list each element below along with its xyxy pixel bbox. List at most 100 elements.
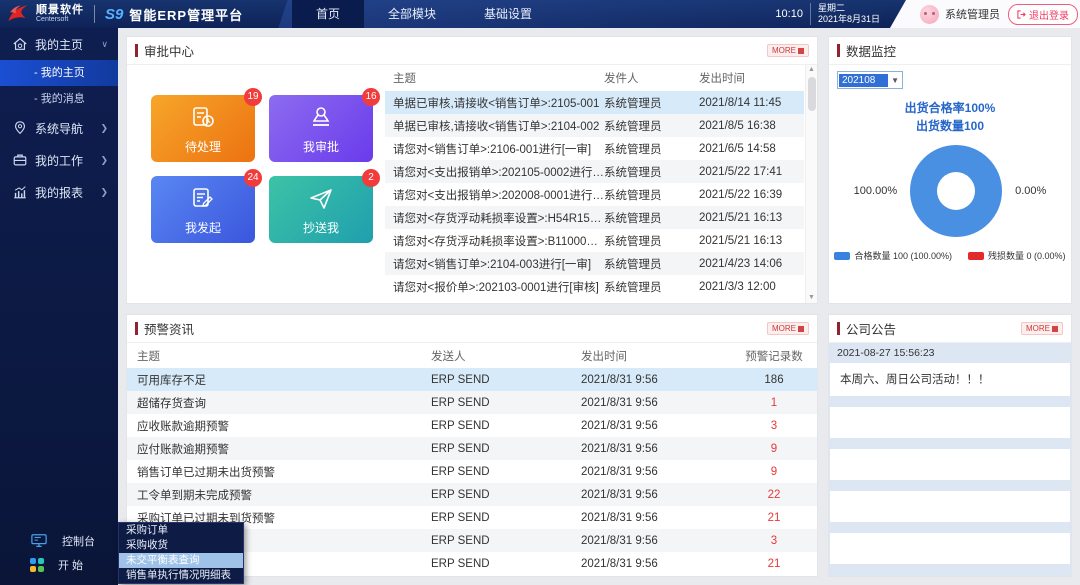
tab-home[interactable]: 首页 <box>292 0 364 28</box>
monitor-titlebar: 数据监控 <box>829 37 1071 65</box>
more-label: MORE <box>772 324 796 333</box>
sidebar-item-my-home[interactable]: 我的主页 ∨ <box>0 28 118 60</box>
cell: ERP SEND <box>431 443 581 455</box>
period-select-value: 202108 <box>839 74 888 87</box>
sidebar-item-my-reports[interactable]: 我的报表 ❯ <box>0 176 118 208</box>
cell: 2021/5/21 16:13 <box>699 212 804 224</box>
approval-row[interactable]: 单据已审核,请接收<销售订单>:2105-001系统管理员2021/8/14 1… <box>385 91 804 114</box>
cell: 2021/4/23 14:06 <box>699 258 804 270</box>
start-menu-item[interactable]: 采购订单 <box>119 523 243 538</box>
announcement-text[interactable]: 本周六、周日公司活动！！！ <box>830 363 1070 396</box>
cell: 21 <box>731 558 817 570</box>
console-button[interactable]: 控制台 <box>0 529 118 553</box>
cell: 2021/8/14 11:45 <box>699 97 804 109</box>
cell: 2021/8/31 9:56 <box>581 466 731 478</box>
approval-more-button[interactable]: MORE <box>767 44 809 57</box>
company-name-block: 顺景软件 Centersoft <box>36 5 84 23</box>
alert-row[interactable]: 应付账款逾期预警ERP SEND2021/8/31 9:569 <box>127 437 817 460</box>
alert-row[interactable]: 可用库存不足ERP SEND2021/8/31 9:56186 <box>127 368 817 391</box>
approval-row[interactable]: 单据已审核,请接收<销售订单>:2104-002系统管理员2021/8/5 16… <box>385 114 804 137</box>
company-name: 顺景软件 <box>36 5 84 16</box>
cell: 9 <box>731 443 817 455</box>
sidebar: 我的主页 ∨ - 我的主页 - 我的消息 系统导航 ❯ 我的工作 ❯ 我的报表 … <box>0 28 118 585</box>
alert-row[interactable]: 工令单到期未完成预警ERP SEND2021/8/31 9:5622 <box>127 483 817 506</box>
sidebar-subitem-my-home[interactable]: - 我的主页 <box>0 60 118 86</box>
clock-date-block: 星期二 2021年8月31日 <box>810 3 880 25</box>
clock-date: 2021年8月31日 <box>818 14 880 25</box>
cell: 销售订单已过期未出货预警 <box>127 464 431 480</box>
cell: 2021/6/5 14:58 <box>699 143 804 155</box>
start-button[interactable]: 开 始 <box>0 553 118 577</box>
compass-pin-icon <box>12 120 28 136</box>
alert-row[interactable]: 销售订单已过期未出货预警ERP SEND2021/8/31 9:569 <box>127 460 817 483</box>
tile-label: 抄送我 <box>303 219 339 236</box>
approval-row[interactable]: 请您对<销售订单>:2104-003进行[一审]系统管理员2021/4/23 1… <box>385 252 804 275</box>
cell: 22 <box>731 489 817 501</box>
alerts-more-button[interactable]: MORE <box>767 322 809 335</box>
start-menu-popup: 采购订单采购收货未交平衡表查询销售单执行情况明细表 <box>118 522 244 584</box>
report-chart-icon <box>12 184 28 200</box>
tile-my-initiated[interactable]: 24 我发起 <box>151 176 255 243</box>
doc-edit-icon <box>189 185 217 213</box>
approval-row[interactable]: 请您对<支出报销单>:202105-0002进行[审核]系统管理员2021/5/… <box>385 160 804 183</box>
tab-all-modules[interactable]: 全部模块 <box>364 0 460 28</box>
alert-row[interactable]: 超储存货查询ERP SEND2021/8/31 9:561 <box>127 391 817 414</box>
col-time: 发出时间 <box>581 348 731 364</box>
chevron-down-icon: ∨ <box>101 39 108 50</box>
sidebar-item-label: 我的报表 <box>35 184 93 201</box>
monitor-title: 数据监控 <box>846 41 1063 60</box>
sidebar-subitem-my-messages[interactable]: - 我的消息 <box>0 86 118 112</box>
announcement-date[interactable]: 2021-08-27 15:56:23 <box>829 343 1071 363</box>
start-menu-item[interactable]: 未交平衡表查询 <box>119 553 243 568</box>
start-menu-item[interactable]: 销售单执行情况明细表 <box>119 568 243 583</box>
tile-pending[interactable]: 19 待处理 <box>151 95 255 162</box>
approval-row[interactable]: 请您对<报价单>:202103-0001进行[审核]系统管理员2021/3/3 … <box>385 275 804 298</box>
scroll-down-icon[interactable]: ▼ <box>808 293 815 303</box>
tile-my-approvals[interactable]: 16 我审批 <box>269 95 373 162</box>
tile-cc-me[interactable]: 2 抄送我 <box>269 176 373 243</box>
approval-body: 19 待处理 16 我审批 <box>127 65 817 303</box>
pass-rate-donut-chart[interactable] <box>910 145 1002 237</box>
cell: 186 <box>731 374 817 386</box>
tab-basic-settings[interactable]: 基础设置 <box>460 0 556 28</box>
sidebar-item-label: 我的工作 <box>35 152 93 169</box>
brand-divider <box>94 5 95 23</box>
sidebar-item-my-work[interactable]: 我的工作 ❯ <box>0 144 118 176</box>
start-label: 开 始 <box>58 557 83 573</box>
cell: 系统管理员 <box>604 279 699 295</box>
period-select[interactable]: 202108 ▼ <box>837 71 903 89</box>
logout-button[interactable]: 退出登录 <box>1008 4 1078 25</box>
approval-scrollbar[interactable]: ▲ ▼ <box>805 65 817 303</box>
start-menu-item[interactable]: 采购收货 <box>119 538 243 553</box>
cell: 请您对<销售订单>:2106-001进行[一审] <box>385 141 604 157</box>
approval-row[interactable]: 请您对<存货浮动耗损率设置>:H54R15006002进行[审核]系统管理员20… <box>385 206 804 229</box>
announcement-empty-list <box>829 396 1071 564</box>
console-label: 控制台 <box>62 533 95 549</box>
cell: ERP SEND <box>431 489 581 501</box>
approval-row[interactable]: 请您对<销售订单>:2106-001进行[一审]系统管理员2021/6/5 14… <box>385 137 804 160</box>
alert-row[interactable]: 应收账款逾期预警ERP SEND2021/8/31 9:563 <box>127 414 817 437</box>
more-label: MORE <box>1026 324 1050 333</box>
cell: ERP SEND <box>431 420 581 432</box>
approval-row[interactable]: 请您对<存货浮动耗损率设置>:B11000001进行[审核]系统管理员2021/… <box>385 229 804 252</box>
cell: 2021/8/31 9:56 <box>581 397 731 409</box>
donut-left-label: 100.00% <box>854 185 897 197</box>
alerts-title: 预警资讯 <box>144 319 767 338</box>
sidebar-item-system-nav[interactable]: 系统导航 ❯ <box>0 112 118 144</box>
approval-row[interactable]: 请您对<支出报销单>:202008-0001进行[审核]系统管理员2021/5/… <box>385 183 804 206</box>
announcements-more-button[interactable]: MORE <box>1021 322 1063 335</box>
company-subname: Centersoft <box>36 16 84 23</box>
tile-badge: 24 <box>244 169 262 187</box>
announcement-empty-row <box>830 491 1070 522</box>
scroll-up-icon[interactable]: ▲ <box>808 65 815 75</box>
scrollbar-thumb[interactable] <box>808 77 816 111</box>
cell: ERP SEND <box>431 512 581 524</box>
user-avatar[interactable] <box>920 5 939 24</box>
cell: 3 <box>731 420 817 432</box>
sidebar-bottom: 控制台 开 始 <box>0 529 118 577</box>
cell: 2021/8/31 9:56 <box>581 443 731 455</box>
more-icon <box>798 326 804 332</box>
col-sender: 发送人 <box>431 348 581 364</box>
legend-damaged: 残损数量 0 (0.00%) <box>968 249 1066 262</box>
title-accent-bar <box>135 44 138 57</box>
